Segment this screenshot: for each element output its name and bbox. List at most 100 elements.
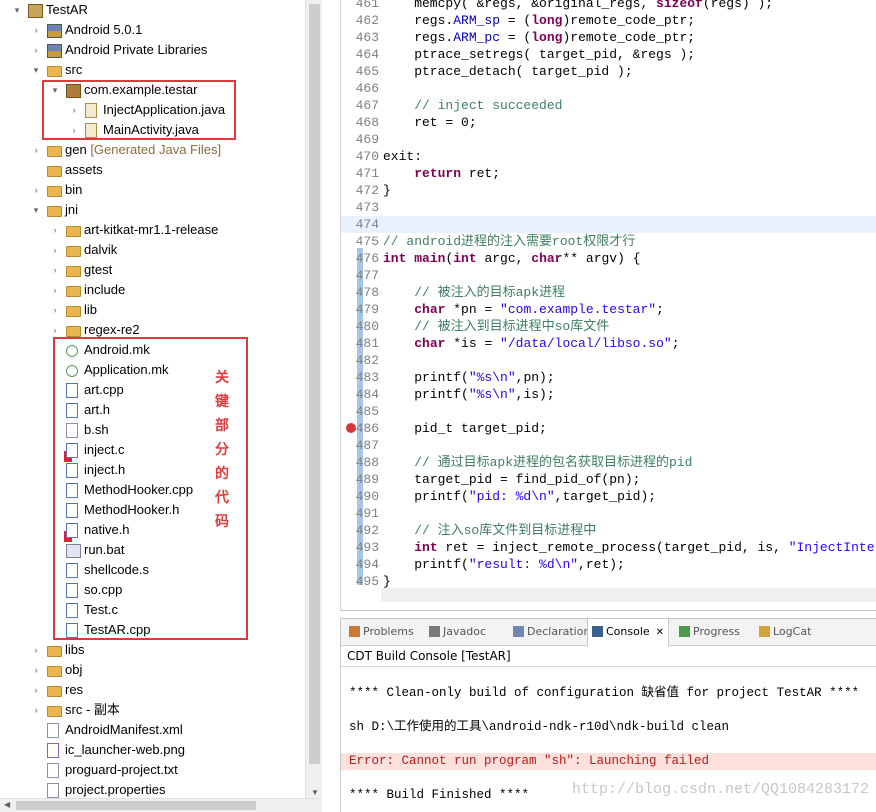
tree-item[interactable]: project.properties [0, 780, 305, 798]
tab-problems[interactable]: Problems [345, 619, 418, 645]
tree-item[interactable]: proguard-project.txt [0, 760, 305, 780]
collapsed-arrow-icon[interactable]: › [50, 240, 60, 260]
tree-item[interactable]: › bin [0, 180, 305, 200]
tree-item[interactable]: AndroidManifest.xml [0, 720, 305, 740]
project-icon [28, 4, 43, 18]
tree-item[interactable]: › art-kitkat-mr1.1-release [0, 220, 305, 240]
code-line[interactable]: 488 // 通过目标apk进程的包名获取目标进程的pid [341, 454, 876, 471]
code-line[interactable]: 463 regs.ARM_pc = (long)remote_code_ptr; [341, 29, 876, 46]
tree-item-label: libs [65, 642, 85, 657]
tab-javadoc[interactable]: Javadoc [425, 619, 490, 645]
collapsed-arrow-icon[interactable]: › [31, 40, 41, 60]
code-line[interactable]: 487 [341, 437, 876, 454]
code-line[interactable]: 479 char *pn = "com.example.testar"; [341, 301, 876, 318]
scroll-down-arrow-icon[interactable]: ▼ [311, 788, 319, 797]
code-text: // inject succeeded [383, 97, 562, 114]
expanded-arrow-icon[interactable]: ▾ [12, 0, 22, 20]
code-line[interactable]: 465 ptrace_detach( target_pid ); [341, 63, 876, 80]
tree-item[interactable]: › res [0, 680, 305, 700]
code-line[interactable]: 489 target_pid = find_pid_of(pn); [341, 471, 876, 488]
tree-item[interactable]: ▾ src [0, 60, 305, 80]
collapsed-arrow-icon[interactable]: › [31, 660, 41, 680]
code-line[interactable]: 480 // 被注入到目标进程中so库文件 [341, 318, 876, 335]
tab-logcat[interactable]: LogCat [755, 619, 815, 645]
code-line[interactable]: 474 [341, 216, 876, 233]
code-token: )remote_code_ptr; [562, 13, 696, 28]
tree-item[interactable]: › lib [0, 300, 305, 320]
sash[interactable] [322, 0, 340, 811]
tree-item[interactable]: › obj [0, 660, 305, 680]
error-marker-icon[interactable] [346, 423, 356, 433]
tree-item[interactable]: › dalvik [0, 240, 305, 260]
code-line[interactable]: 483 printf("%s\n",pn); [341, 369, 876, 386]
code-line[interactable]: 476 int main(int argc, char** argv) { [341, 250, 876, 267]
tree-item[interactable]: ▾ TestAR [0, 0, 305, 20]
key-code-annotation: 关键部分的代码 [212, 366, 232, 534]
code-line[interactable]: 470 exit: [341, 148, 876, 165]
close-tab-icon[interactable]: ✕ [656, 627, 664, 638]
collapsed-arrow-icon[interactable]: › [31, 20, 41, 40]
explorer-vertical-scrollbar[interactable]: ▼ [305, 0, 323, 798]
collapsed-arrow-icon[interactable]: › [31, 700, 41, 720]
code-line[interactable]: 467 // inject succeeded [341, 97, 876, 114]
tree-item[interactable]: › gtest [0, 260, 305, 280]
collapsed-arrow-icon[interactable]: › [31, 680, 41, 700]
code-line[interactable]: 494 printf("result: %d\n",ret); [341, 556, 876, 573]
expanded-arrow-icon[interactable]: ▾ [31, 60, 41, 80]
collapsed-arrow-icon[interactable]: › [50, 300, 60, 320]
code-text: char *pn = "com.example.testar"; [383, 301, 664, 318]
code-line[interactable]: 466 [341, 80, 876, 97]
code-line[interactable]: 481 char *is = "/data/local/libso.so"; [341, 335, 876, 352]
editor-horizontal-scrollbar[interactable] [381, 588, 876, 602]
tree-item[interactable]: › include [0, 280, 305, 300]
code-token: ret = 0; [383, 115, 477, 130]
code-line[interactable]: 461 memcpy( &regs, &original_regs, sizeo… [341, 0, 876, 12]
code-line[interactable]: 493 int ret = inject_remote_process(targ… [341, 539, 876, 556]
code-token: long [531, 13, 563, 28]
code-line[interactable]: 464 ptrace_setregs( target_pid, &regs ); [341, 46, 876, 63]
expanded-arrow-icon[interactable]: ▾ [31, 200, 41, 220]
tree-item[interactable]: ▾ jni [0, 200, 305, 220]
collapsed-arrow-icon[interactable]: › [50, 220, 60, 240]
tab-progress[interactable]: Progress [675, 619, 744, 645]
collapsed-arrow-icon[interactable]: › [31, 640, 41, 660]
code-line[interactable]: 462 regs.ARM_sp = (long)remote_code_ptr; [341, 12, 876, 29]
code-line[interactable]: 486 pid_t target_pid; [341, 420, 876, 437]
explorer-horizontal-scrollbar[interactable]: ◀ [0, 798, 322, 812]
tree-item[interactable]: › src - 副本 [0, 700, 305, 720]
explorer-vertical-scroll-thumb[interactable] [309, 4, 320, 764]
code-token: ** argv) { [562, 251, 641, 266]
code-line[interactable]: 495} [341, 573, 876, 590]
tree-item[interactable]: › libs [0, 640, 305, 660]
collapsed-arrow-icon[interactable]: › [50, 260, 60, 280]
collapsed-arrow-icon[interactable]: › [31, 140, 41, 160]
code-editor[interactable]: 461 memcpy( &regs, &original_regs, sizeo… [340, 0, 876, 611]
code-line[interactable]: 477 [341, 267, 876, 284]
collapsed-arrow-icon[interactable]: › [31, 180, 41, 200]
code-line[interactable]: 485 [341, 403, 876, 420]
scroll-left-arrow-icon[interactable]: ◀ [4, 800, 10, 809]
code-line[interactable]: 482 [341, 352, 876, 369]
code-line[interactable]: 469 [341, 131, 876, 148]
explorer-horizontal-scroll-thumb[interactable] [16, 801, 256, 810]
code-token: ; [656, 302, 664, 317]
code-line[interactable]: 478 // 被注入的目标apk进程 [341, 284, 876, 301]
tree-item[interactable]: › Android Private Libraries [0, 40, 305, 60]
tree-item[interactable]: › gen [Generated Java Files] [0, 140, 305, 160]
code-line[interactable]: 468 ret = 0; [341, 114, 876, 131]
tree-item[interactable]: ic_launcher-web.png [0, 740, 305, 760]
code-line[interactable]: 484 printf("%s\n",is); [341, 386, 876, 403]
code-line[interactable]: 491 [341, 505, 876, 522]
tree-item[interactable]: assets [0, 160, 305, 180]
code-line[interactable]: 472} [341, 182, 876, 199]
code-line[interactable]: 475 // android进程的注入需要root权限才行 [341, 233, 876, 250]
code-line[interactable]: 490 printf("pid: %d\n",target_pid); [341, 488, 876, 505]
tree-item[interactable]: › Android 5.0.1 [0, 20, 305, 40]
folder-icon [47, 186, 62, 197]
code-line[interactable]: 473 [341, 199, 876, 216]
code-line[interactable]: 492 // 注入so库文件到目标进程中 [341, 522, 876, 539]
tab-declaration[interactable]: Declaration [509, 619, 594, 645]
collapsed-arrow-icon[interactable]: › [50, 280, 60, 300]
code-line[interactable]: 471 return ret; [341, 165, 876, 182]
tab-console[interactable]: Console ✕ [587, 619, 670, 646]
